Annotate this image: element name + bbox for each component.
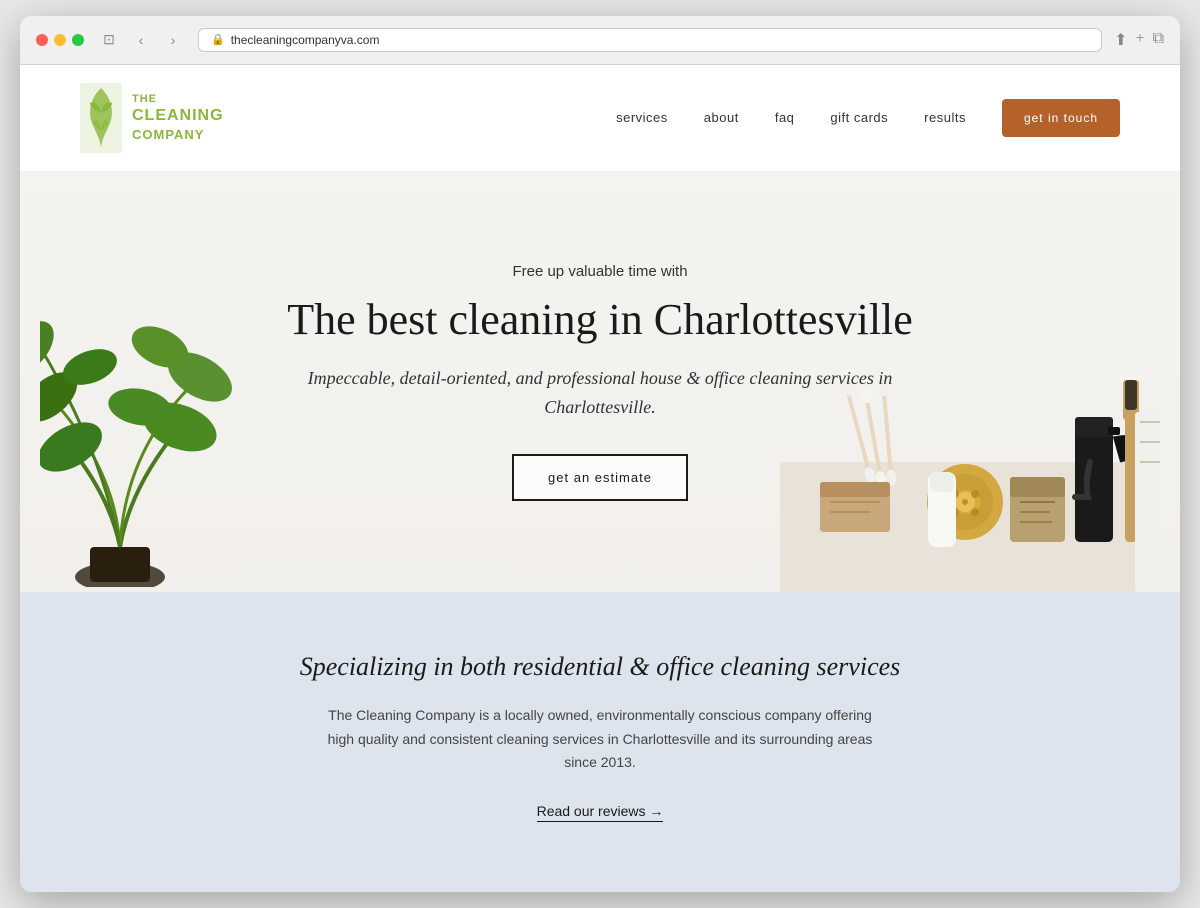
logo-text: THE CLEANING COMPANY <box>132 92 224 144</box>
nav-results[interactable]: results <box>924 110 966 125</box>
address-bar[interactable]: 🔒 thecleaningcompanyva.com <box>198 28 1102 52</box>
nav-faq[interactable]: faq <box>775 110 795 125</box>
get-estimate-button[interactable]: get an estimate <box>512 454 688 501</box>
share-icon[interactable]: ⬆ <box>1114 30 1127 50</box>
nav-services[interactable]: services <box>616 110 668 125</box>
url-text: thecleaningcompanyva.com <box>231 33 380 47</box>
maximize-button[interactable] <box>72 34 84 46</box>
forward-button[interactable]: › <box>160 29 186 51</box>
browser-actions: ⬆ + ⧉ <box>1114 30 1164 50</box>
hero-title: The best cleaning in Charlottesville <box>280 294 920 347</box>
site-nav: services about faq gift cards results ge… <box>616 99 1120 137</box>
lock-icon: 🔒 <box>211 33 225 46</box>
logo-the: THE <box>132 92 224 106</box>
browser-chrome: ⊡ ‹ › 🔒 thecleaningcompanyva.com ⬆ + ⧉ <box>20 16 1180 65</box>
nav-gift-cards[interactable]: gift cards <box>830 110 888 125</box>
hero-subtitle: Free up valuable time with <box>280 263 920 280</box>
browser-controls: ⊡ ‹ › <box>96 29 186 51</box>
plant-decoration <box>40 247 240 592</box>
new-tab-icon[interactable]: + <box>1136 30 1145 50</box>
logo-company: COMPANY <box>132 127 224 144</box>
logo-icon <box>80 83 122 153</box>
browser-window: ⊡ ‹ › 🔒 thecleaningcompanyva.com ⬆ + ⧉ <box>20 16 1180 892</box>
hero-section: Free up valuable time with The best clea… <box>20 172 1180 592</box>
tabs-icon[interactable]: ⧉ <box>1153 30 1164 50</box>
read-reviews-link[interactable]: Read our reviews → <box>537 803 664 822</box>
traffic-lights <box>36 34 84 46</box>
nav-about[interactable]: about <box>704 110 739 125</box>
about-tagline: Specializing in both residential & offic… <box>60 652 1140 682</box>
back-button[interactable]: ‹ <box>128 29 154 51</box>
hero-content: Free up valuable time with The best clea… <box>260 203 940 561</box>
website: THE CLEANING COMPANY services about faq … <box>20 65 1180 892</box>
about-description: The Cleaning Company is a locally owned,… <box>320 704 880 775</box>
close-button[interactable] <box>36 34 48 46</box>
logo[interactable]: THE CLEANING COMPANY <box>80 83 224 153</box>
nav-cta-button[interactable]: get in touch <box>1002 99 1120 137</box>
plant-svg <box>40 247 240 587</box>
site-header: THE CLEANING COMPANY services about faq … <box>20 65 1180 172</box>
about-section: Specializing in both residential & offic… <box>20 592 1180 892</box>
minimize-button[interactable] <box>54 34 66 46</box>
hero-description: Impeccable, detail-oriented, and profess… <box>280 364 920 422</box>
logo-cleaning: CLEANING <box>132 106 224 127</box>
sidebar-toggle[interactable]: ⊡ <box>96 29 122 51</box>
